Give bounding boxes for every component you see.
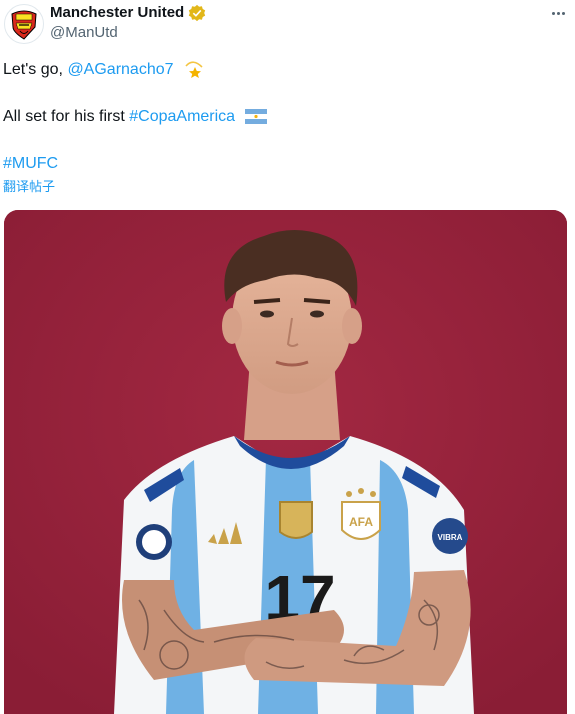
more-options-icon[interactable] [547,4,569,22]
mention-link[interactable]: @AGarnacho7 [67,61,173,78]
name-row: Manchester United [50,3,206,23]
tweet-header: Manchester United @ManUtd [0,0,575,48]
hashtag-mufc-link[interactable]: #MUFC [3,155,58,172]
tweet-line-1: Let's go, @AGarnacho7 [3,59,563,81]
handle[interactable]: @ManUtd [50,23,118,43]
tweet-line-3: #MUFC [3,153,563,175]
tweet-text-prefix: All set for his first [3,108,130,125]
dot [551,11,555,15]
translate-post-link[interactable]: 翻译帖子 [3,178,55,196]
argentina-flag-icon [244,109,267,125]
verified-badge-icon[interactable] [188,4,206,22]
display-name[interactable]: Manchester United [50,3,184,23]
player-photo: AFA VIBRA 17 [4,210,567,714]
avatar[interactable] [4,4,44,44]
dot [556,11,560,15]
dot [561,11,565,15]
manchester-united-crest-icon [6,6,42,42]
tweet-text-prefix: Let's go, [3,61,68,78]
svg-text:VIBRA: VIBRA [438,533,463,542]
hashtag-copa-link[interactable]: #CopaAmerica [129,108,235,125]
afa-badge-text: AFA [349,515,373,529]
tweet-line-2: All set for his first #CopaAmerica [3,106,563,128]
tweet-media[interactable]: AFA VIBRA 17 [4,210,567,714]
dizzy-star-emoji-icon [185,61,203,78]
